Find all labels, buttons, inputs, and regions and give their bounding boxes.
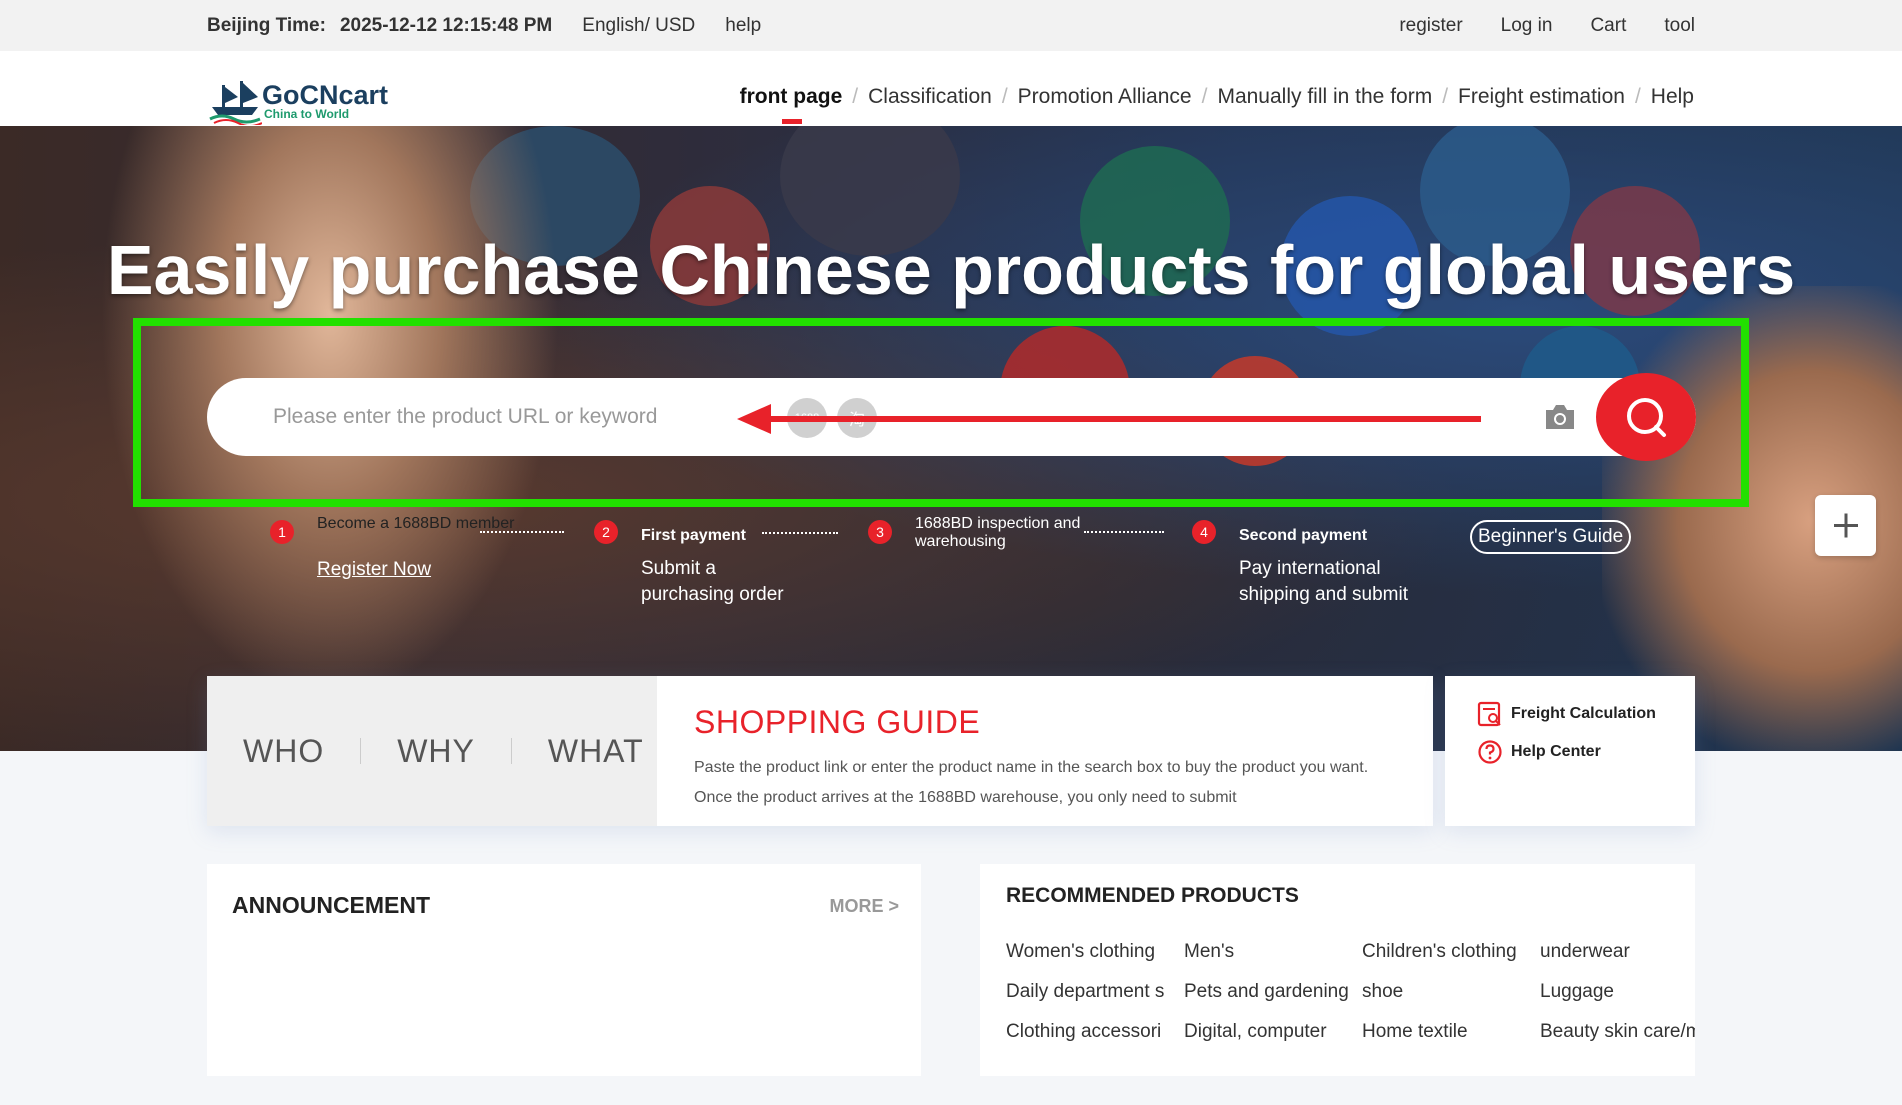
category-link[interactable]: Men's <box>1184 940 1354 964</box>
guide-panel: WHO WHY WHAT SHOPPING GUIDE Paste the pr… <box>207 676 1433 826</box>
register-link[interactable]: register <box>1399 15 1462 37</box>
help-link-top[interactable]: help <box>725 15 761 37</box>
category-link[interactable]: Beauty skin care/m <box>1540 1020 1695 1044</box>
category-link[interactable]: Children's clothing <box>1362 940 1532 964</box>
nav-promotion-alliance[interactable]: Promotion Alliance <box>1018 85 1192 109</box>
shopping-guide-text: Paste the product link or enter the prod… <box>694 759 1369 806</box>
category-link[interactable]: Luggage <box>1540 980 1695 1004</box>
step-2-dots <box>762 532 838 534</box>
logo-name: GoCNcart <box>262 80 389 110</box>
category-link[interactable]: Home textile <box>1362 1020 1532 1044</box>
step-3-dots <box>1084 531 1164 533</box>
camera-icon[interactable] <box>1543 401 1577 433</box>
step-4-title: Second payment <box>1239 527 1368 544</box>
who-why-what-tabs: WHO WHY WHAT <box>207 676 657 826</box>
nav-separator: / <box>852 85 859 108</box>
nav-front-page[interactable]: front page <box>740 85 842 124</box>
announcement-section: ANNOUNCEMENT MORE > <box>207 864 921 1076</box>
announcement-more-link[interactable]: MORE > <box>829 896 899 917</box>
beijing-time-label: Beijing Time: <box>207 15 326 36</box>
hero-title: Easily purchase Chinese products for glo… <box>106 231 1796 309</box>
category-link[interactable]: underwear <box>1540 940 1695 964</box>
step-4-desc: Pay international shipping and submit <box>1239 558 1408 605</box>
tab-divider <box>510 738 512 764</box>
nav-classification[interactable]: Classification <box>868 85 992 109</box>
announcement-title: ANNOUNCEMENT <box>232 892 431 918</box>
nav-freight-estimation[interactable]: Freight estimation <box>1458 85 1625 109</box>
step-4-number: 4 <box>1192 520 1216 544</box>
step-2-desc: Submit a purchasing order <box>641 558 784 605</box>
step-3-number: 3 <box>868 520 892 544</box>
hero-banner: Easily purchase Chinese products for glo… <box>0 126 1902 751</box>
language-currency-link[interactable]: English/ USD <box>582 15 695 37</box>
category-link[interactable]: shoe <box>1362 980 1532 1004</box>
quick-links-box: Freight Calculation Help Center <box>1445 676 1695 826</box>
search-button[interactable] <box>1596 373 1696 461</box>
floating-plus-button[interactable] <box>1815 495 1876 556</box>
nav-separator: / <box>1201 85 1208 108</box>
category-link[interactable]: Pets and gardening <box>1184 980 1354 1004</box>
login-link[interactable]: Log in <box>1501 15 1553 37</box>
step-1-dots <box>480 531 564 533</box>
tab-who[interactable]: WHO <box>243 733 324 770</box>
tab-what[interactable]: WHAT <box>548 733 644 770</box>
logo-ship-icon <box>209 81 262 125</box>
tab-why[interactable]: WHY <box>397 733 475 770</box>
red-arrow-annotation <box>737 404 1481 434</box>
category-link[interactable]: Women's clothing <box>1006 940 1176 964</box>
step-2-number: 2 <box>594 520 618 544</box>
recommended-title: RECOMMENDED PRODUCTS <box>1006 884 1299 907</box>
register-now-link[interactable]: Register Now <box>317 559 431 581</box>
top-bar: Beijing Time: 2025-12-12 12:15:48 PM Eng… <box>0 0 1902 51</box>
step-2-title: First payment <box>641 527 746 544</box>
freight-calculation-link[interactable]: Freight Calculation <box>1477 701 1656 727</box>
step-1-number: 1 <box>270 520 294 544</box>
nav-help[interactable]: Help <box>1651 85 1694 109</box>
nav-separator: / <box>1634 85 1641 108</box>
main-menu: front page / Classification / Promotion … <box>740 85 1694 124</box>
recommended-products-section: RECOMMENDED PRODUCTS Women's clothing Me… <box>980 864 1695 1076</box>
nav-separator: / <box>1001 85 1008 108</box>
shopping-guide: SHOPPING GUIDE Paste the product link or… <box>694 704 1394 813</box>
help-center-link[interactable]: Help Center <box>1477 739 1601 765</box>
beijing-time-value: 2025-12-12 12:15:48 PM <box>339 15 553 36</box>
search-icon <box>1627 398 1666 437</box>
help-circle-icon <box>1478 740 1502 764</box>
tab-divider <box>360 738 362 764</box>
main-nav-bar: GoCNcart China to World front page / Cla… <box>0 51 1902 126</box>
category-link[interactable]: Daily department s <box>1006 980 1176 1004</box>
cart-link[interactable]: Cart <box>1590 15 1626 37</box>
tool-link[interactable]: tool <box>1664 15 1695 37</box>
nav-manual-form[interactable]: Manually fill in the form <box>1217 85 1432 109</box>
nav-separator: / <box>1442 85 1449 108</box>
step-3-title: 1688BD inspection and warehousing <box>915 515 1081 550</box>
recommended-grid: Women's clothing Men's Children's clothi… <box>1006 940 1695 1044</box>
site-logo[interactable]: GoCNcart China to World <box>208 77 388 125</box>
beginners-guide-button[interactable]: Beginner's Guide <box>1470 520 1632 554</box>
shopping-guide-title: SHOPPING GUIDE <box>694 704 981 740</box>
freight-calculator-icon <box>1477 701 1501 727</box>
category-link[interactable]: Clothing accessori <box>1006 1020 1176 1044</box>
category-link[interactable]: Digital, computer <box>1184 1020 1354 1044</box>
